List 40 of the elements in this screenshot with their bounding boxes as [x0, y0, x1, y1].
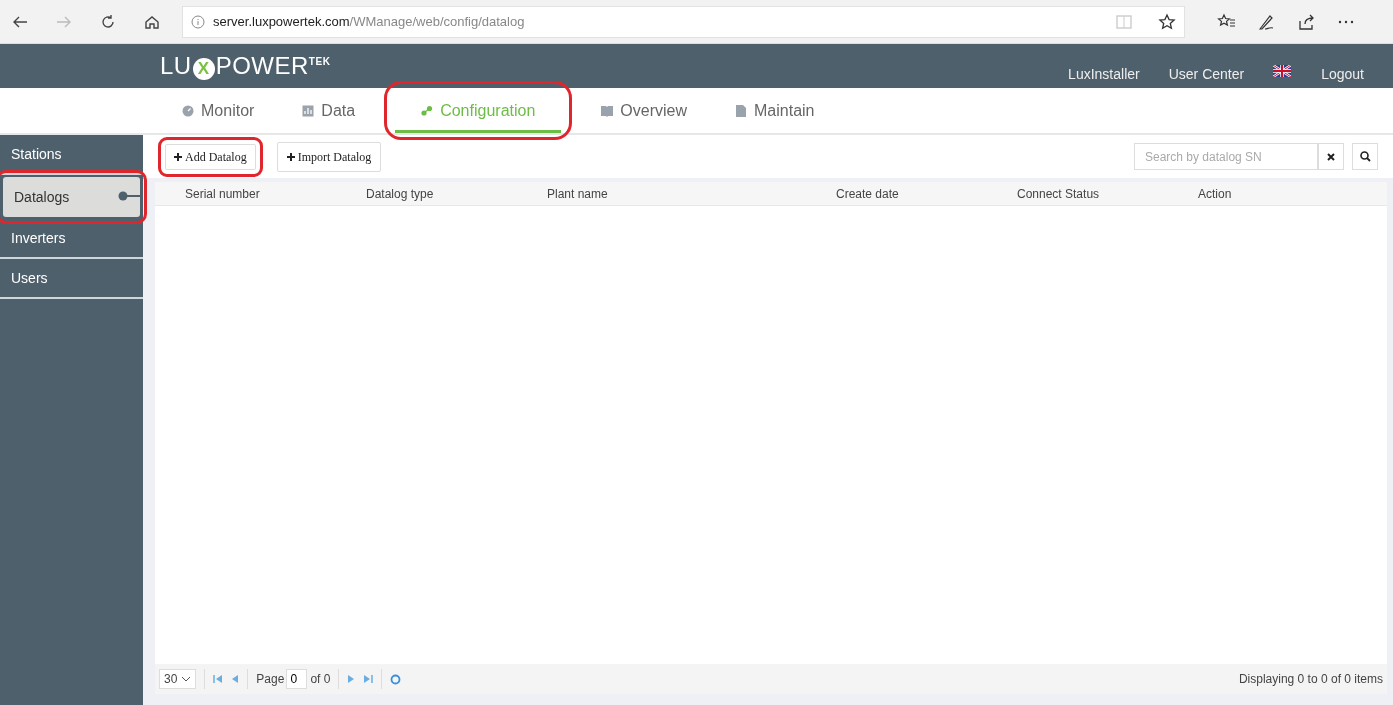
column-header[interactable]: Plant name	[547, 184, 836, 203]
page-number-field[interactable]: 0	[286, 669, 308, 689]
page-label: Page	[256, 671, 285, 688]
document-icon	[735, 104, 747, 117]
chevron-down-icon	[181, 676, 192, 682]
search-field[interactable]: Search by datalog SN	[1134, 143, 1318, 170]
nodes-icon	[421, 104, 434, 117]
nav-tab[interactable]: Overview	[589, 88, 699, 133]
clear-button[interactable]	[1318, 143, 1344, 170]
plus-icon	[286, 152, 295, 161]
page-size-select[interactable]: 30	[159, 669, 197, 689]
column-header[interactable]: Create date	[836, 184, 1017, 203]
toolbar-button[interactable]: Add Datalog	[158, 136, 263, 177]
star-icon[interactable]	[1158, 12, 1176, 31]
close-icon	[1327, 152, 1335, 161]
logo: LU X POWER$^{TEK}$	[160, 51, 331, 82]
flag-icon[interactable]	[1273, 65, 1292, 77]
plus-icon	[174, 152, 182, 161]
search-button[interactable]	[1352, 143, 1378, 170]
pagination-summary: Displaying 0 to 0 of 0 items	[1238, 671, 1383, 688]
column-header[interactable]: Serial number	[185, 184, 366, 203]
header-link[interactable]: Logout	[1321, 63, 1364, 85]
search-icon	[1359, 151, 1371, 162]
page-count-label: of 0	[310, 671, 331, 688]
header-link[interactable]: LuxInstaller	[1068, 63, 1140, 85]
toolbar-button[interactable]: Import Datalog	[276, 141, 382, 172]
column-header[interactable]: Connect Status	[1017, 184, 1198, 203]
book-icon	[601, 104, 614, 117]
address-bar[interactable]: server.luxpowertek.com/WManage/web/config/datalog	[182, 5, 1185, 38]
nav-tab[interactable]: Monitor	[170, 88, 267, 133]
gauge-icon	[182, 104, 194, 117]
nav-tab[interactable]: Maintain	[723, 88, 827, 133]
column-header[interactable]: Datalog type	[366, 184, 547, 203]
nav-tab[interactable]: Data	[290, 88, 368, 133]
column-header[interactable]: Action	[1198, 184, 1379, 203]
url-text: server.luxpowertek.com/WManage/web/config/datalog	[213, 12, 525, 31]
chart-icon	[302, 104, 315, 117]
header-link[interactable]: User Center	[1168, 63, 1245, 85]
connector-knob-icon	[118, 191, 140, 201]
info-icon	[191, 14, 205, 29]
